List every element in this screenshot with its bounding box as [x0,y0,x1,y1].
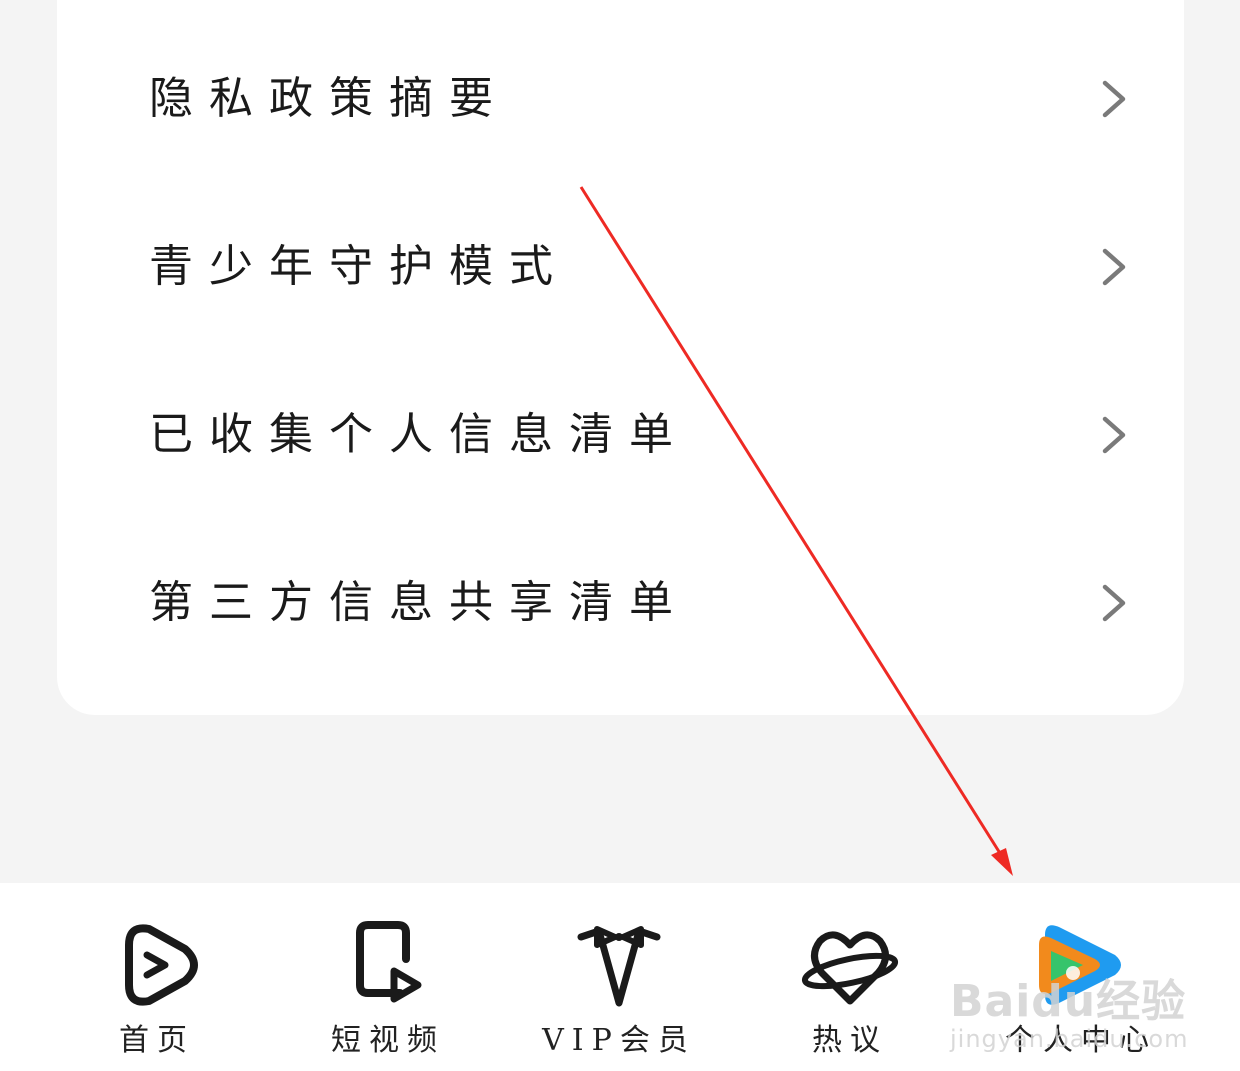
tab-personal-center[interactable]: 个人中心 [971,883,1191,1071]
play-icon [125,924,198,1006]
tab-label: 短视频 [331,1023,445,1058]
tab-label: 首页 [119,1023,195,1058]
menu-item-label: 已收集个人信息清单 [149,409,689,460]
chevron-right-icon [1102,80,1126,118]
menu-item-teen-mode[interactable]: 青少年守护模式 [57,183,1184,351]
menu-item-privacy-summary[interactable]: 隐私政策摘要 [57,15,1184,183]
tab-label: VIP会员 [542,1023,696,1058]
chevron-right-icon [1102,416,1126,454]
menu-item-label: 第三方信息共享清单 [149,577,689,628]
tab-label: 个人中心 [1005,1023,1157,1058]
tab-hot-discussion[interactable]: 热议 [740,883,960,1071]
tab-home[interactable]: 首页 [47,883,267,1071]
short-video-icon [356,921,422,1003]
chevron-right-icon [1102,248,1126,286]
chevron-right-icon [1102,584,1126,622]
settings-card: 隐私政策摘要 青少年守护模式 已收集个人信息清单 第三方信息共享清单 [57,0,1184,715]
menu-item-collected-info-list[interactable]: 已收集个人信息清单 [57,351,1184,519]
tencent-video-logo-icon [1039,925,1121,1005]
menu-item-label: 隐私政策摘要 [149,73,509,124]
vip-bowtie-icon [577,926,661,1007]
tab-label: 热议 [812,1023,888,1058]
menu-item-third-party-sharing-list[interactable]: 第三方信息共享清单 [57,519,1184,687]
bottom-tab-bar: 首页 短视频 VIP会员 热议 个人中心 [0,883,1240,1071]
heart-planet-icon [801,931,899,1005]
tab-short-video[interactable]: 短视频 [278,883,498,1071]
menu-item-label: 青少年守护模式 [149,241,569,292]
tab-vip[interactable]: VIP会员 [509,883,729,1071]
